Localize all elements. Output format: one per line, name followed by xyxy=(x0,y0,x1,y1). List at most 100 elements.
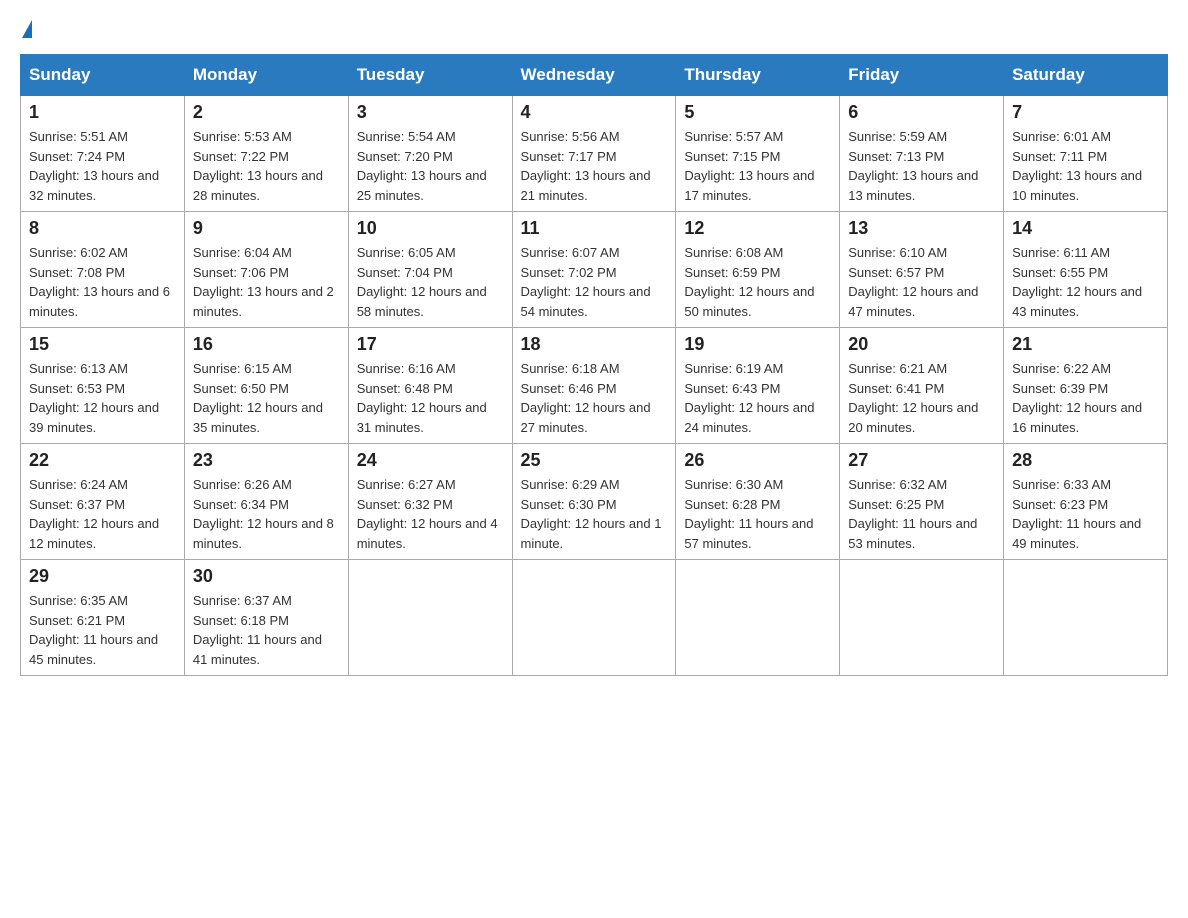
calendar-cell: 2Sunrise: 5:53 AMSunset: 7:22 PMDaylight… xyxy=(184,96,348,212)
day-number: 2 xyxy=(193,102,340,123)
calendar-cell: 14Sunrise: 6:11 AMSunset: 6:55 PMDayligh… xyxy=(1004,212,1168,328)
day-number: 29 xyxy=(29,566,176,587)
day-number: 10 xyxy=(357,218,504,239)
weekday-header-friday: Friday xyxy=(840,55,1004,96)
calendar-week-2: 8 Sunrise: 6:02 AMSunset: 7:08 PMDaylight… xyxy=(21,212,1168,328)
day-number: 1 xyxy=(29,102,176,123)
day-info: Sunrise: 6:21 AMSunset: 6:41 PMDaylight:… xyxy=(848,359,995,437)
calendar-cell: 25 Sunrise: 6:29 AMSunset: 6:30 PMDayligh… xyxy=(512,444,676,560)
day-info: Sunrise: 6:02 AMSunset: 7:08 PMDaylight:… xyxy=(29,243,176,321)
day-number: 24 xyxy=(357,450,504,471)
day-number: 23 xyxy=(193,450,340,471)
calendar-table: SundayMondayTuesdayWednesdayThursdayFrid… xyxy=(20,54,1168,676)
weekday-header-monday: Monday xyxy=(184,55,348,96)
calendar-cell xyxy=(840,560,1004,676)
day-info: Sunrise: 6:19 AMSunset: 6:43 PMDaylight:… xyxy=(684,359,831,437)
day-number: 22 xyxy=(29,450,176,471)
calendar-cell: 19 Sunrise: 6:19 AMSunset: 6:43 PMDayligh… xyxy=(676,328,840,444)
day-number: 27 xyxy=(848,450,995,471)
day-number: 19 xyxy=(684,334,831,355)
day-info: Sunrise: 5:57 AMSunset: 7:15 PMDaylight:… xyxy=(684,127,831,205)
calendar-cell: 28 Sunrise: 6:33 AMSunset: 6:23 PMDayligh… xyxy=(1004,444,1168,560)
calendar-cell: 3Sunrise: 5:54 AMSunset: 7:20 PMDaylight… xyxy=(348,96,512,212)
day-number: 15 xyxy=(29,334,176,355)
day-info: Sunrise: 6:08 AMSunset: 6:59 PMDaylight:… xyxy=(684,243,831,321)
calendar-cell: 27 Sunrise: 6:32 AMSunset: 6:25 PMDayligh… xyxy=(840,444,1004,560)
calendar-week-3: 15 Sunrise: 6:13 AMSunset: 6:53 PMDayligh… xyxy=(21,328,1168,444)
day-info: Sunrise: 5:56 AMSunset: 7:17 PMDaylight:… xyxy=(521,127,668,205)
calendar-cell: 1Sunrise: 5:51 AMSunset: 7:24 PMDaylight… xyxy=(21,96,185,212)
day-info: Sunrise: 6:05 AMSunset: 7:04 PMDaylight:… xyxy=(357,243,504,321)
day-info: Sunrise: 6:11 AMSunset: 6:55 PMDaylight:… xyxy=(1012,243,1159,321)
calendar-week-1: 1Sunrise: 5:51 AMSunset: 7:24 PMDaylight… xyxy=(21,96,1168,212)
calendar-cell xyxy=(512,560,676,676)
calendar-cell: 15 Sunrise: 6:13 AMSunset: 6:53 PMDayligh… xyxy=(21,328,185,444)
calendar-cell: 21 Sunrise: 6:22 AMSunset: 6:39 PMDayligh… xyxy=(1004,328,1168,444)
day-info: Sunrise: 6:04 AMSunset: 7:06 PMDaylight:… xyxy=(193,243,340,321)
day-info: Sunrise: 6:33 AMSunset: 6:23 PMDaylight:… xyxy=(1012,475,1159,553)
day-info: Sunrise: 6:26 AMSunset: 6:34 PMDaylight:… xyxy=(193,475,340,553)
calendar-cell xyxy=(1004,560,1168,676)
day-number: 25 xyxy=(521,450,668,471)
day-info: Sunrise: 5:59 AMSunset: 7:13 PMDaylight:… xyxy=(848,127,995,205)
day-number: 6 xyxy=(848,102,995,123)
calendar-cell: 6 Sunrise: 5:59 AMSunset: 7:13 PMDaylight… xyxy=(840,96,1004,212)
calendar-cell xyxy=(348,560,512,676)
calendar-cell: 5 Sunrise: 5:57 AMSunset: 7:15 PMDaylight… xyxy=(676,96,840,212)
calendar-week-4: 22Sunrise: 6:24 AMSunset: 6:37 PMDayligh… xyxy=(21,444,1168,560)
day-info: Sunrise: 6:15 AMSunset: 6:50 PMDaylight:… xyxy=(193,359,340,437)
day-number: 20 xyxy=(848,334,995,355)
day-info: Sunrise: 6:32 AMSunset: 6:25 PMDaylight:… xyxy=(848,475,995,553)
calendar-cell: 7Sunrise: 6:01 AMSunset: 7:11 PMDaylight… xyxy=(1004,96,1168,212)
day-number: 30 xyxy=(193,566,340,587)
day-info: Sunrise: 6:29 AMSunset: 6:30 PMDaylight:… xyxy=(521,475,668,553)
logo xyxy=(20,20,32,38)
day-info: Sunrise: 6:37 AMSunset: 6:18 PMDaylight:… xyxy=(193,591,340,669)
day-number: 28 xyxy=(1012,450,1159,471)
day-info: Sunrise: 6:35 AMSunset: 6:21 PMDaylight:… xyxy=(29,591,176,669)
calendar-cell: 24 Sunrise: 6:27 AMSunset: 6:32 PMDayligh… xyxy=(348,444,512,560)
calendar-cell: 23 Sunrise: 6:26 AMSunset: 6:34 PMDayligh… xyxy=(184,444,348,560)
weekday-header-tuesday: Tuesday xyxy=(348,55,512,96)
calendar-cell: 20 Sunrise: 6:21 AMSunset: 6:41 PMDayligh… xyxy=(840,328,1004,444)
day-number: 21 xyxy=(1012,334,1159,355)
day-number: 13 xyxy=(848,218,995,239)
day-number: 12 xyxy=(684,218,831,239)
day-number: 17 xyxy=(357,334,504,355)
calendar-cell: 8 Sunrise: 6:02 AMSunset: 7:08 PMDaylight… xyxy=(21,212,185,328)
day-number: 9 xyxy=(193,218,340,239)
day-number: 4 xyxy=(521,102,668,123)
calendar-week-5: 29 Sunrise: 6:35 AMSunset: 6:21 PMDayligh… xyxy=(21,560,1168,676)
day-info: Sunrise: 6:18 AMSunset: 6:46 PMDaylight:… xyxy=(521,359,668,437)
calendar-cell: 30 Sunrise: 6:37 AMSunset: 6:18 PMDayligh… xyxy=(184,560,348,676)
calendar-cell: 11Sunrise: 6:07 AMSunset: 7:02 PMDayligh… xyxy=(512,212,676,328)
weekday-header-wednesday: Wednesday xyxy=(512,55,676,96)
weekday-header-sunday: Sunday xyxy=(21,55,185,96)
calendar-header: SundayMondayTuesdayWednesdayThursdayFrid… xyxy=(21,55,1168,96)
calendar-cell: 22Sunrise: 6:24 AMSunset: 6:37 PMDayligh… xyxy=(21,444,185,560)
weekday-header-row: SundayMondayTuesdayWednesdayThursdayFrid… xyxy=(21,55,1168,96)
page-header xyxy=(20,20,1168,38)
day-info: Sunrise: 6:27 AMSunset: 6:32 PMDaylight:… xyxy=(357,475,504,553)
calendar-cell xyxy=(676,560,840,676)
weekday-header-saturday: Saturday xyxy=(1004,55,1168,96)
calendar-cell: 18Sunrise: 6:18 AMSunset: 6:46 PMDayligh… xyxy=(512,328,676,444)
calendar-cell: 16Sunrise: 6:15 AMSunset: 6:50 PMDayligh… xyxy=(184,328,348,444)
day-number: 11 xyxy=(521,218,668,239)
calendar-cell: 17 Sunrise: 6:16 AMSunset: 6:48 PMDayligh… xyxy=(348,328,512,444)
day-info: Sunrise: 6:10 AMSunset: 6:57 PMDaylight:… xyxy=(848,243,995,321)
day-number: 7 xyxy=(1012,102,1159,123)
day-info: Sunrise: 6:22 AMSunset: 6:39 PMDaylight:… xyxy=(1012,359,1159,437)
day-info: Sunrise: 6:16 AMSunset: 6:48 PMDaylight:… xyxy=(357,359,504,437)
calendar-cell: 9 Sunrise: 6:04 AMSunset: 7:06 PMDaylight… xyxy=(184,212,348,328)
calendar-cell: 4 Sunrise: 5:56 AMSunset: 7:17 PMDaylight… xyxy=(512,96,676,212)
day-info: Sunrise: 6:30 AMSunset: 6:28 PMDaylight:… xyxy=(684,475,831,553)
weekday-header-thursday: Thursday xyxy=(676,55,840,96)
day-info: Sunrise: 6:13 AMSunset: 6:53 PMDaylight:… xyxy=(29,359,176,437)
day-number: 3 xyxy=(357,102,504,123)
calendar-cell: 29 Sunrise: 6:35 AMSunset: 6:21 PMDayligh… xyxy=(21,560,185,676)
day-number: 5 xyxy=(684,102,831,123)
day-number: 8 xyxy=(29,218,176,239)
logo-triangle-icon xyxy=(22,20,32,38)
calendar-cell: 10 Sunrise: 6:05 AMSunset: 7:04 PMDayligh… xyxy=(348,212,512,328)
